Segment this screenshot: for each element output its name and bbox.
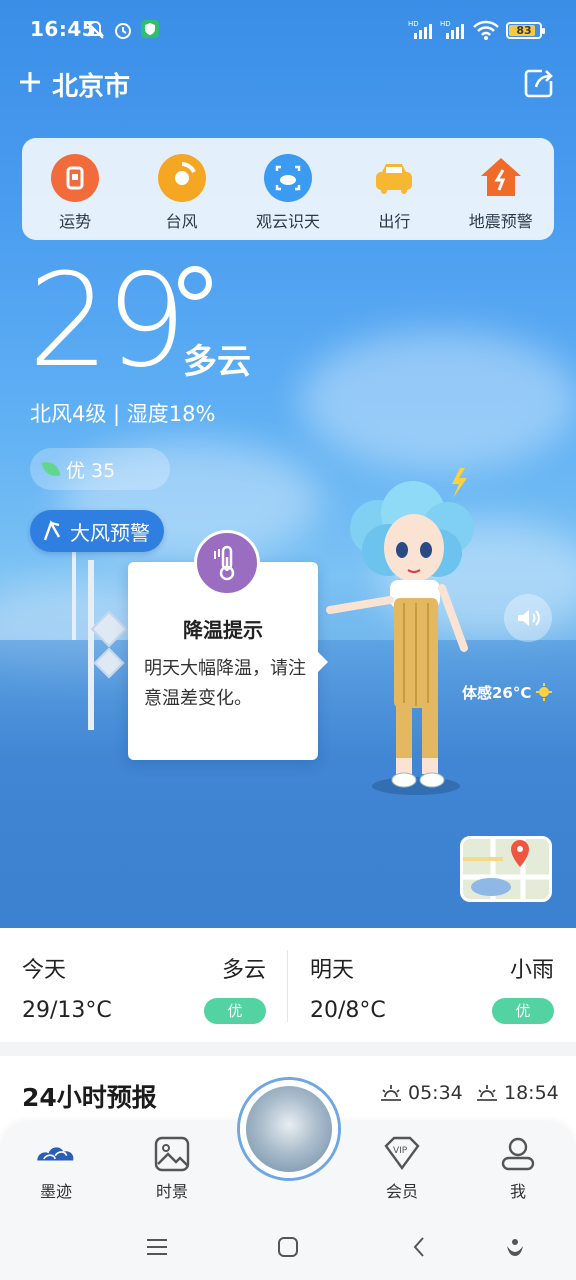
sun-thermometer-icon [536,683,553,701]
photo-icon [150,1134,194,1174]
nav-profile[interactable]: 我 [478,1134,558,1202]
assistant-button[interactable] [500,1234,530,1260]
earthquake-icon [477,154,525,202]
day-name: 今天 [22,958,67,983]
add-city-button[interactable] [18,66,46,98]
moji-cloud-icon [34,1134,78,1174]
battery-level: 83 [516,24,532,37]
taxi-icon [370,154,418,202]
background-cloud [300,330,576,470]
feels-like-text: 体感26°C [462,683,532,702]
menu-button[interactable] [142,1234,172,1260]
alert-label: 大风预警 [70,520,150,545]
profile-icon [496,1134,540,1174]
day-today[interactable]: 今天 多云 29/13°C 优 [0,928,288,1042]
nav-label: 墨迹 [39,1182,72,1201]
battery-icon: 83 [506,22,545,39]
day-temperature: 20/8°C [310,998,386,1023]
shield-app-icon [141,20,159,38]
nav-vip[interactable]: VIP 会员 [362,1134,442,1202]
current-condition: 多云 [183,342,251,382]
day-aqi-badge: 优 [204,998,266,1024]
sunrise-time: 05:34 [408,1082,463,1104]
hourly-forecast-title: 24小时预报 [22,1083,157,1112]
sunset: 18:54 [476,1082,559,1104]
status-bar: 16:45 HD HD 83 [0,0,576,60]
weather-character-avatar[interactable] [318,458,488,803]
day-aqi-badge: 优 [492,998,554,1024]
tip-body: 明天大幅降温，请注意温差变化。 [144,658,306,709]
tool-label: 出行 [378,212,411,231]
svg-text:HD: HD [440,20,451,28]
typhoon-icon [157,154,206,202]
system-navigation-bar [0,1214,576,1280]
section-separator [0,1042,576,1056]
cloud-scan-icon [263,154,312,202]
share-icon [524,69,553,98]
tool-typhoon[interactable]: 台风 [132,154,232,240]
vip-icon: VIP [380,1134,424,1174]
leaf-icon [41,458,61,480]
svg-text:HD: HD [408,20,419,28]
daily-summary: 今天 多云 29/13°C 优 明天 小雨 20/8°C 优 [0,928,576,1042]
tip-title: 降温提示 [183,618,263,642]
quick-tools-panel: 运势 台风 观云识天 出行 地震预警 [22,138,554,240]
sign-post [88,560,94,730]
wind-sock-pole [72,550,76,640]
nav-scenery[interactable]: 时景 [132,1134,212,1202]
plus-icon [20,72,40,92]
tool-label: 台风 [165,212,198,231]
back-icon [413,1237,424,1257]
menu-icon [147,1239,167,1255]
home-icon [278,1237,298,1257]
center-scene-button[interactable] [240,1080,338,1178]
share-button[interactable] [522,66,556,100]
wind-warning-icon [43,520,61,541]
nav-label: 时景 [155,1182,188,1201]
alarm-icon [115,23,131,39]
day-tomorrow[interactable]: 明天 小雨 20/8°C 优 [288,928,576,1042]
tool-fortune[interactable]: 运势 [25,154,125,240]
home-button[interactable] [273,1234,303,1260]
tool-label: 观云识天 [255,212,320,231]
tool-label: 地震预警 [468,212,533,231]
mute-icon [86,20,104,39]
aqi-badge[interactable]: 优 35 [30,448,170,490]
sunset-icon [477,1085,497,1101]
tool-travel[interactable]: 出行 [344,154,444,240]
assistant-icon [507,1239,523,1256]
current-temperature: 29 [28,247,187,396]
day-name: 明天 [310,958,355,983]
map-pin-icon [463,839,549,899]
tool-label: 运势 [59,212,92,231]
day-condition: 小雨 [509,958,554,983]
thermometer-icon [194,530,260,596]
tool-cloud-scan[interactable]: 观云识天 [238,154,338,240]
hd-signal-icon: HD [408,20,432,39]
fortune-icon [51,154,100,202]
sunrise: 05:34 [380,1082,463,1104]
tool-earthquake[interactable]: 地震预警 [451,154,551,240]
day-temperature: 29/13°C [22,998,112,1023]
day-condition: 多云 [221,958,266,983]
back-button[interactable] [404,1234,434,1260]
nav-label: 会员 [385,1182,418,1201]
voice-broadcast-button[interactable] [504,594,552,642]
nav-moji[interactable]: 墨迹 [16,1134,96,1202]
speaker-icon [518,610,540,626]
aqi-value: 优 35 [66,459,116,482]
sunset-time: 18:54 [504,1082,559,1104]
wind-alert-button[interactable]: 大风预警 [30,510,164,552]
weather-map-button[interactable] [460,836,552,902]
degree-symbol [178,266,212,300]
wifi-icon [473,20,499,40]
wind-humidity: 北风4级 | 湿度18% [30,402,216,426]
svg-text:VIP: VIP [393,1146,408,1156]
nav-label: 我 [509,1182,526,1201]
city-name[interactable]: 北京市 [52,66,130,103]
sunrise-icon [381,1085,401,1101]
feels-like: 体感26°C [462,680,553,704]
hd-signal-icon: HD [440,20,464,39]
